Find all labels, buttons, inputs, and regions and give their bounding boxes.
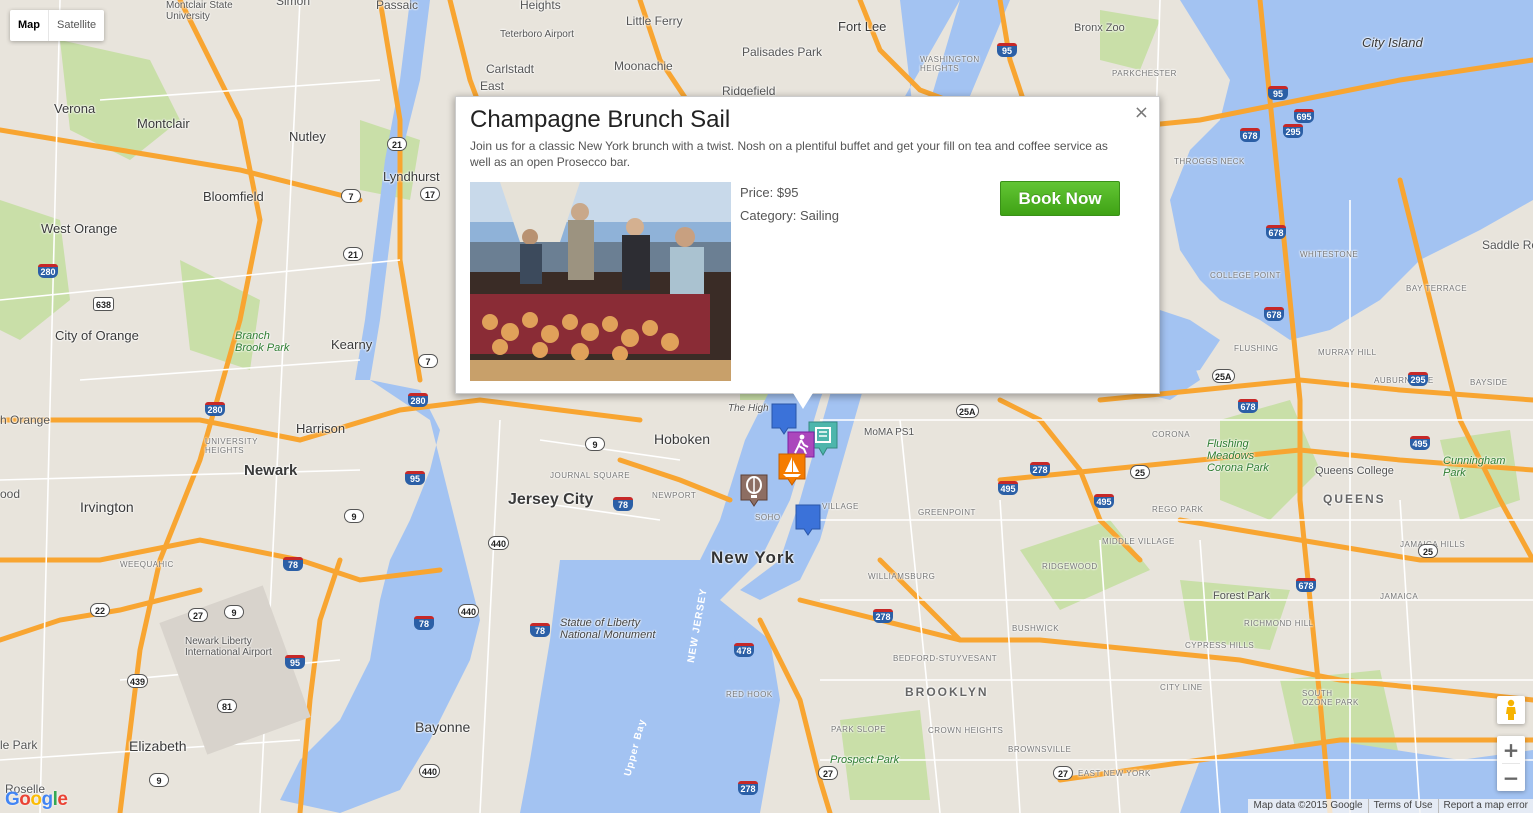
shield-i95-newark: 95 [405, 471, 425, 485]
map-type-map-button[interactable]: Map [10, 10, 49, 41]
shield-17: 17 [420, 187, 440, 201]
shield-i95-north: 95 [997, 43, 1017, 57]
shield-7-north: 7 [341, 189, 361, 203]
shield-i280-far: 280 [38, 264, 58, 278]
google-logo: Google [5, 789, 68, 810]
event-meta: Price: $95 Category: Sailing [740, 181, 839, 227]
shield-i280-west: 280 [205, 402, 225, 416]
shield-i495-west: 495 [998, 481, 1018, 495]
shield-27-east: 27 [1053, 766, 1073, 780]
shield-i278-bk: 278 [873, 609, 893, 623]
shield-9-newark: 9 [344, 509, 364, 523]
shield-27: 27 [188, 608, 208, 622]
shield-i280-east: 280 [408, 393, 428, 407]
shield-i295-queens: 295 [1408, 372, 1428, 386]
sailing-marker[interactable] [778, 453, 806, 492]
shield-25a-west: 25A [956, 404, 979, 418]
shield-i278-queens: 278 [1030, 462, 1050, 476]
event-title: Champagne Brunch Sail [470, 106, 731, 133]
shield-i95-airport: 95 [285, 655, 305, 669]
info-window: × Champagne Brunch Sail Join us for a cl… [455, 96, 1160, 409]
shield-7: 7 [418, 354, 438, 368]
shield-22: 22 [90, 603, 110, 617]
blue-marker-2[interactable] [795, 504, 821, 543]
map-type-satellite-button[interactable]: Satellite [49, 10, 104, 41]
shield-81: 81 [217, 699, 237, 713]
zoom-control: + − [1497, 736, 1525, 791]
shield-638: 638 [93, 297, 115, 311]
shield-25: 25 [1130, 465, 1150, 479]
report-error-link[interactable]: Report a map error [1437, 799, 1533, 813]
balloon-marker[interactable] [740, 474, 768, 513]
event-price: Price: $95 [740, 185, 799, 200]
shield-9: 9 [585, 437, 605, 451]
shield-i678-north: 678 [1240, 128, 1260, 142]
map-data-attribution: Map data ©2015 Google [1253, 800, 1363, 811]
shield-i295: 295 [1283, 124, 1303, 138]
shield-i495-mid: 495 [1094, 494, 1114, 508]
shield-439: 439 [127, 674, 149, 688]
shield-440-south: 440 [419, 764, 441, 778]
event-photo [470, 182, 731, 381]
map-footer: Map data ©2015 Google Terms of Use Repor… [1248, 799, 1533, 813]
shield-i78-east: 78 [530, 623, 550, 637]
shield-21-north: 21 [387, 137, 407, 151]
shield-i678-south: 678 [1296, 578, 1316, 592]
shield-9-south: 9 [224, 605, 244, 619]
close-icon[interactable]: × [1134, 102, 1149, 123]
pegman-icon[interactable] [1497, 696, 1525, 724]
book-now-button[interactable]: Book Now [1000, 181, 1120, 216]
shield-21: 21 [343, 247, 363, 261]
zoom-out-button[interactable]: − [1497, 764, 1525, 791]
shield-i278-south: 278 [738, 781, 758, 795]
shield-i478: 478 [734, 643, 754, 657]
shield-9-elizabeth: 9 [149, 773, 169, 787]
zoom-in-button[interactable]: + [1497, 736, 1525, 763]
shield-i678-whitestone: 678 [1266, 225, 1286, 239]
terms-of-use-link[interactable]: Terms of Use [1367, 799, 1438, 813]
shield-i678-flushing: 678 [1264, 307, 1284, 321]
shield-440-bayonne: 440 [458, 604, 480, 618]
shield-i95-bronx: 95 [1268, 86, 1288, 100]
shield-440: 440 [488, 536, 510, 550]
shield-i678-main: 678 [1238, 399, 1258, 413]
shield-25a: 25A [1212, 369, 1235, 383]
event-category: Category: Sailing [740, 208, 839, 223]
shield-i495-east: 495 [1410, 436, 1430, 450]
shield-i78-jc: 78 [613, 497, 633, 511]
map-canvas[interactable]: New York Jersey City Newark Hoboken BROO… [0, 0, 1533, 813]
map-type-control: Map Satellite [10, 10, 105, 41]
shield-i78-bayonne: 78 [414, 616, 434, 630]
shield-27-bk: 27 [818, 766, 838, 780]
shield-i695: 695 [1294, 109, 1314, 123]
shield-25-east: 25 [1418, 544, 1438, 558]
shield-i78-newark: 78 [283, 557, 303, 571]
event-description: Join us for a classic New York brunch wi… [470, 139, 1108, 169]
